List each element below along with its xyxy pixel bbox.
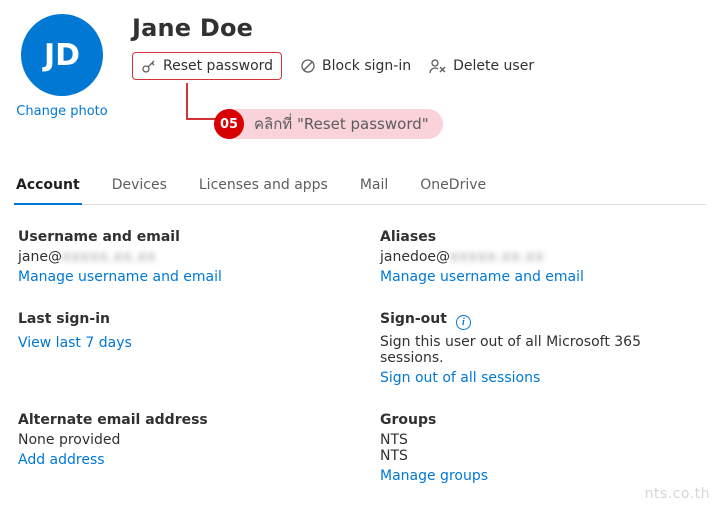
- field-label: Sign-out i: [380, 311, 702, 330]
- user-name: Jane Doe: [132, 14, 706, 42]
- field-label: Groups: [380, 412, 702, 428]
- avatar-column: JD Change photo: [14, 14, 110, 119]
- group-item: NTS: [380, 432, 702, 448]
- key-icon: [141, 58, 157, 74]
- field-value: None provided: [18, 432, 340, 448]
- group-item: NTS: [380, 448, 702, 464]
- field-value: janedoe@xxxxx.xx.xx: [380, 249, 702, 265]
- change-photo-link[interactable]: Change photo: [16, 104, 107, 119]
- field-value: jane@xxxxx.xx.xx: [18, 249, 340, 265]
- annotation-connector: [186, 83, 188, 120]
- reset-password-label: Reset password: [163, 58, 273, 74]
- avatar: JD: [21, 14, 103, 96]
- delete-user-icon: [429, 58, 447, 74]
- annotation-callout: 05 คลิกที่ "Reset password": [216, 109, 443, 139]
- block-signin-button[interactable]: Block sign-in: [300, 58, 411, 74]
- user-tabs: Account Devices Licenses and apps Mail O…: [14, 169, 706, 205]
- field-groups: Groups NTS NTS Manage groups: [380, 412, 702, 484]
- reset-password-button[interactable]: Reset password: [132, 52, 282, 80]
- manage-username-link[interactable]: Manage username and email: [18, 269, 222, 285]
- watermark: nts.co.th: [645, 486, 710, 502]
- account-details: Username and email jane@xxxxx.xx.xx Mana…: [14, 229, 706, 484]
- tab-onedrive[interactable]: OneDrive: [418, 169, 488, 204]
- view-signin-link[interactable]: View last 7 days: [18, 335, 132, 351]
- field-alt-email: Alternate email address None provided Ad…: [18, 412, 340, 484]
- signout-all-link[interactable]: Sign out of all sessions: [380, 370, 540, 386]
- signout-desc: Sign this user out of all Microsoft 365 …: [380, 334, 702, 366]
- field-label: Alternate email address: [18, 412, 340, 428]
- manage-groups-link[interactable]: Manage groups: [380, 468, 488, 484]
- field-username-email: Username and email jane@xxxxx.xx.xx Mana…: [18, 229, 340, 285]
- info-icon[interactable]: i: [456, 315, 471, 330]
- block-icon: [300, 58, 316, 74]
- user-header: JD Change photo Jane Doe Reset password: [14, 14, 706, 119]
- header-main: Jane Doe Reset password: [132, 14, 706, 80]
- tab-licenses[interactable]: Licenses and apps: [197, 169, 330, 204]
- manage-aliases-link[interactable]: Manage username and email: [380, 269, 584, 285]
- tab-mail[interactable]: Mail: [358, 169, 390, 204]
- field-label: Last sign-in: [18, 311, 340, 327]
- field-last-signin: Last sign-in View last 7 days: [18, 311, 340, 386]
- annotation-text: คลิกที่ "Reset password": [244, 112, 429, 136]
- tab-account[interactable]: Account: [14, 169, 82, 205]
- annotation-badge: 05: [214, 109, 244, 139]
- field-label: Username and email: [18, 229, 340, 245]
- avatar-initials: JD: [44, 38, 80, 73]
- field-aliases: Aliases janedoe@xxxxx.xx.xx Manage usern…: [380, 229, 702, 285]
- delete-user-label: Delete user: [453, 58, 534, 74]
- action-bar: Reset password Block sign-in: [132, 52, 706, 80]
- tab-devices[interactable]: Devices: [110, 169, 169, 204]
- field-label: Aliases: [380, 229, 702, 245]
- delete-user-button[interactable]: Delete user: [429, 58, 534, 74]
- add-alt-email-link[interactable]: Add address: [18, 452, 105, 468]
- field-signout: Sign-out i Sign this user out of all Mic…: [380, 311, 702, 386]
- block-signin-label: Block sign-in: [322, 58, 411, 74]
